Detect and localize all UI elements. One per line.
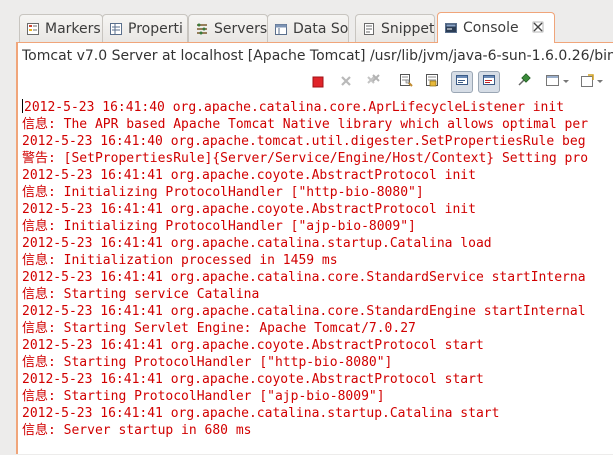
tab-properties[interactable]: Properti	[102, 14, 188, 42]
stop-icon	[312, 73, 324, 92]
console-line: 2012-5-23 16:41:41 org.apache.catalina.s…	[22, 235, 613, 252]
console-line-text: 2012-5-23 16:41:41 org.apache.coyote.Abs…	[22, 372, 484, 387]
scroll-lock-icon	[424, 72, 440, 92]
workbench-edge	[0, 14, 10, 454]
console-line: 警告: [SetPropertiesRule]{Server/Service/E…	[22, 150, 613, 167]
clear-console-icon	[398, 72, 414, 92]
close-icon[interactable]	[532, 21, 544, 36]
console-line: 2012-5-23 16:41:41 org.apache.catalina.c…	[22, 269, 613, 286]
remove-all-icon	[366, 72, 382, 92]
servers-icon	[195, 22, 209, 36]
console-line-text: 2012-5-23 16:41:41 org.apache.catalina.s…	[22, 406, 500, 421]
show-on-stdout-button[interactable]	[451, 71, 473, 93]
console-toolbar	[18, 69, 613, 99]
console-line: 2012-5-23 16:41:40 org.apache.catalina.c…	[22, 99, 613, 116]
console-line: 信息: Starting Servlet Engine: Apache Tomc…	[22, 320, 613, 337]
pin-icon	[516, 72, 532, 92]
console-line-text: 2012-5-23 16:41:41 org.apache.coyote.Abs…	[22, 202, 476, 217]
clear-console-button[interactable]	[395, 71, 417, 93]
console-title: Tomcat v7.0 Server at localhost [Apache …	[22, 48, 613, 64]
tab-label: Servers	[214, 20, 268, 37]
show-stderr-icon	[481, 72, 497, 92]
tab-snippets[interactable]: Snippet	[355, 14, 435, 42]
console-line: 信息: Initialization processed in 1459 ms	[22, 252, 613, 269]
remove-launch-button[interactable]	[335, 71, 357, 93]
show-stdout-icon	[454, 72, 470, 92]
console-line: 2012-5-23 16:41:41 org.apache.catalina.s…	[22, 405, 613, 422]
console-line: 2012-5-23 16:41:41 org.apache.coyote.Abs…	[22, 201, 613, 218]
tab-console[interactable]: Console	[437, 12, 555, 43]
console-line-text: 2012-5-23 16:41:41 org.apache.coyote.Abs…	[22, 168, 476, 183]
open-console-icon	[580, 73, 606, 92]
console-line: 信息: Server startup in 680 ms	[22, 422, 613, 439]
remove-all-launches-button[interactable]	[363, 71, 385, 93]
console-line-text: 信息: Starting ProtocolHandler ["http-bio-…	[22, 355, 393, 370]
console-line-text: 2012-5-23 16:41:40 org.apache.catalina.c…	[24, 100, 565, 115]
console-line: 信息: Starting service Catalina	[22, 286, 613, 303]
console-line-text: 信息: Server startup in 680 ms	[22, 423, 252, 438]
tab-label: Properti	[128, 20, 183, 37]
console-line-text: 警告: [SetPropertiesRule]{Server/Service/E…	[22, 151, 589, 166]
scroll-lock-button[interactable]	[421, 71, 443, 93]
console-icon	[444, 21, 458, 35]
show-on-stderr-button[interactable]	[478, 71, 500, 93]
console-output[interactable]: 2012-5-23 16:41:40 org.apache.catalina.c…	[22, 99, 613, 455]
console-line: 2012-5-23 16:41:41 org.apache.coyote.Abs…	[22, 371, 613, 388]
console-line: 信息: Starting ProtocolHandler ["ajp-bio-8…	[22, 388, 613, 405]
console-line-text: 2012-5-23 16:41:41 org.apache.catalina.c…	[22, 304, 586, 319]
tab-label: Data So	[293, 20, 349, 37]
console-line: 2012-5-23 16:41:41 org.apache.coyote.Abs…	[22, 337, 613, 354]
console-line-text: 信息: Initializing ProtocolHandler ["http-…	[22, 185, 424, 200]
display-console-button[interactable]	[543, 71, 573, 93]
console-line-text: 2012-5-23 16:41:41 org.apache.coyote.Abs…	[22, 338, 484, 353]
console-line-text: 2012-5-23 16:41:41 org.apache.catalina.s…	[22, 236, 492, 251]
console-line: 2012-5-23 16:41:41 org.apache.coyote.Abs…	[22, 167, 613, 184]
console-line: 信息: Starting ProtocolHandler ["http-bio-…	[22, 354, 613, 371]
view-tab-bar: Markers Properti Servers Data So Snippet…	[0, 0, 613, 43]
tab-data-source-explorer[interactable]: Data So	[267, 14, 349, 42]
display-console-icon	[545, 73, 571, 92]
console-line-text: 信息: The APR based Apache Tomcat Native l…	[22, 117, 589, 132]
snippets-icon	[362, 22, 376, 36]
open-console-button[interactable]	[578, 71, 608, 93]
console-line-text: 信息: Starting service Catalina	[22, 287, 260, 302]
tab-label: Markers	[45, 20, 101, 37]
console-line-text: 信息: Initialization processed in 1459 ms	[22, 253, 338, 268]
markers-icon	[26, 22, 40, 36]
tab-label: Console	[463, 20, 519, 36]
console-line-text: 2012-5-23 16:41:41 org.apache.catalina.c…	[22, 270, 586, 285]
console-line-text: 2012-5-23 16:41:40 org.apache.tomcat.uti…	[22, 134, 586, 149]
data-source-icon	[274, 22, 288, 36]
console-line: 2012-5-23 16:41:40 org.apache.tomcat.uti…	[22, 133, 613, 150]
properties-icon	[109, 22, 123, 36]
console-line-text: 信息: Initializing ProtocolHandler ["ajp-b…	[22, 219, 416, 234]
tab-label: Snippet	[381, 20, 435, 37]
text-cursor	[22, 99, 23, 113]
console-line-text: 信息: Starting Servlet Engine: Apache Tomc…	[22, 321, 416, 336]
terminate-button[interactable]	[307, 71, 329, 93]
console-line: 信息: Initializing ProtocolHandler ["ajp-b…	[22, 218, 613, 235]
console-line: 信息: The APR based Apache Tomcat Native l…	[22, 116, 613, 133]
console-line: 2012-5-23 16:41:41 org.apache.catalina.c…	[22, 303, 613, 320]
console-view: Tomcat v7.0 Server at localhost [Apache …	[16, 42, 613, 454]
pin-console-button[interactable]	[513, 71, 535, 93]
tab-markers[interactable]: Markers	[19, 14, 103, 42]
remove-icon	[339, 73, 353, 92]
tab-servers[interactable]: Servers	[188, 14, 268, 42]
console-line: 信息: Initializing ProtocolHandler ["http-…	[22, 184, 613, 201]
console-line-text: 信息: Starting ProtocolHandler ["ajp-bio-8…	[22, 389, 385, 404]
